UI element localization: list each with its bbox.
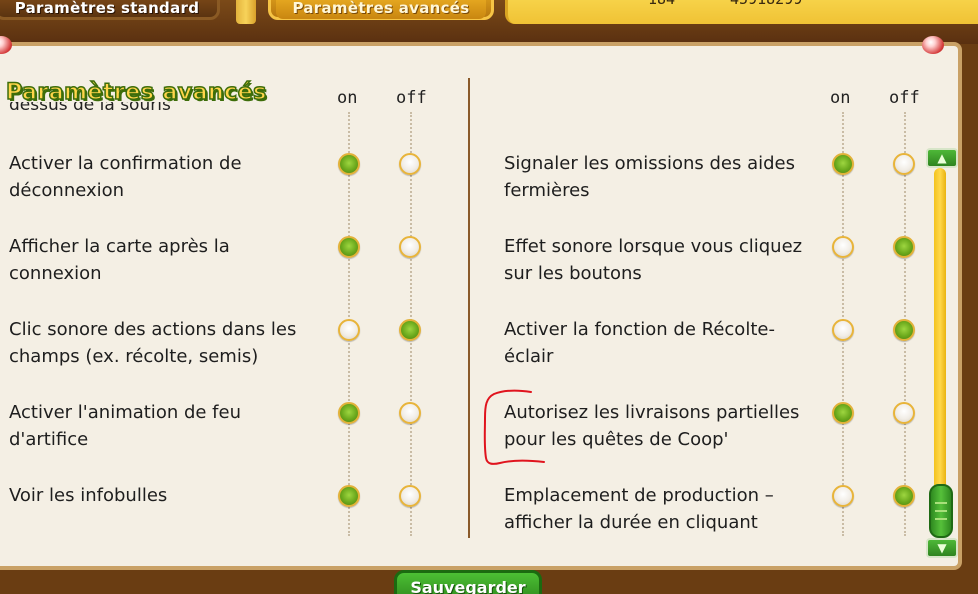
radio-on[interactable] [338, 319, 360, 341]
right-off-header: off [889, 88, 920, 108]
radio-on[interactable] [832, 402, 854, 424]
radio-off[interactable] [893, 236, 915, 258]
radio-off[interactable] [399, 153, 421, 175]
radio-off[interactable] [893, 319, 915, 341]
option-label: Activer la fonction de Récolte-éclair [504, 319, 775, 367]
scrollbar-track[interactable] [934, 168, 946, 494]
header-value-b: 45918299 [730, 0, 802, 8]
tab-advanced-label: Paramètres avancés [276, 0, 486, 19]
advanced-settings-panel: dessus de la souris Paramètres avancés o… [0, 42, 962, 570]
scrollbar-thumb[interactable] [929, 484, 953, 538]
radio-off[interactable] [399, 402, 421, 424]
option-label: Activer l'animation de feu d'artifice [9, 402, 241, 450]
option-label: Signaler les omissions des aides fermièr… [504, 153, 795, 201]
column-divider [468, 78, 470, 538]
option-label: Emplacement de production – afficher la … [504, 485, 774, 533]
option-label: Voir les infobulles [9, 485, 168, 506]
tab-advanced-settings[interactable]: Paramètres avancés [268, 0, 494, 20]
right-on-header: on [830, 88, 851, 108]
radio-off[interactable] [399, 485, 421, 507]
left-on-header: on [337, 88, 358, 108]
radio-off[interactable] [399, 319, 421, 341]
radio-on[interactable] [832, 319, 854, 341]
scroll-up-button[interactable]: ▲ [926, 148, 958, 168]
radio-off[interactable] [399, 236, 421, 258]
header-value-a: 184 [648, 0, 675, 8]
save-button[interactable]: Sauvegarder [394, 570, 542, 594]
radio-on[interactable] [338, 402, 360, 424]
option-label: Clic sonore des actions dans les champs … [9, 319, 297, 367]
radio-on[interactable] [832, 236, 854, 258]
left-off-header: off [396, 88, 427, 108]
radio-on[interactable] [338, 153, 360, 175]
radio-off[interactable] [893, 485, 915, 507]
radio-on[interactable] [832, 485, 854, 507]
pushpin-icon [922, 36, 944, 54]
radio-on[interactable] [338, 485, 360, 507]
scroll-down-button[interactable]: ▼ [926, 538, 958, 558]
option-label: Activer la confirmation de déconnexion [9, 153, 242, 201]
top-bar: Paramètres standard Paramètres avancés 1… [0, 0, 978, 44]
panel-title: Paramètres avancés [5, 79, 267, 106]
radio-on[interactable] [832, 153, 854, 175]
red-annotation-bracket [483, 389, 545, 465]
option-label: Effet sonore lorsque vous cliquez sur le… [504, 236, 803, 284]
radio-off[interactable] [893, 402, 915, 424]
tab-standard-settings[interactable]: Paramètres standard [0, 0, 220, 20]
radio-off[interactable] [893, 153, 915, 175]
header-info-bar: 184 45918299 [505, 0, 978, 24]
radio-on[interactable] [338, 236, 360, 258]
wooden-post [236, 0, 256, 24]
option-label: Afficher la carte après la connexion [9, 236, 230, 284]
